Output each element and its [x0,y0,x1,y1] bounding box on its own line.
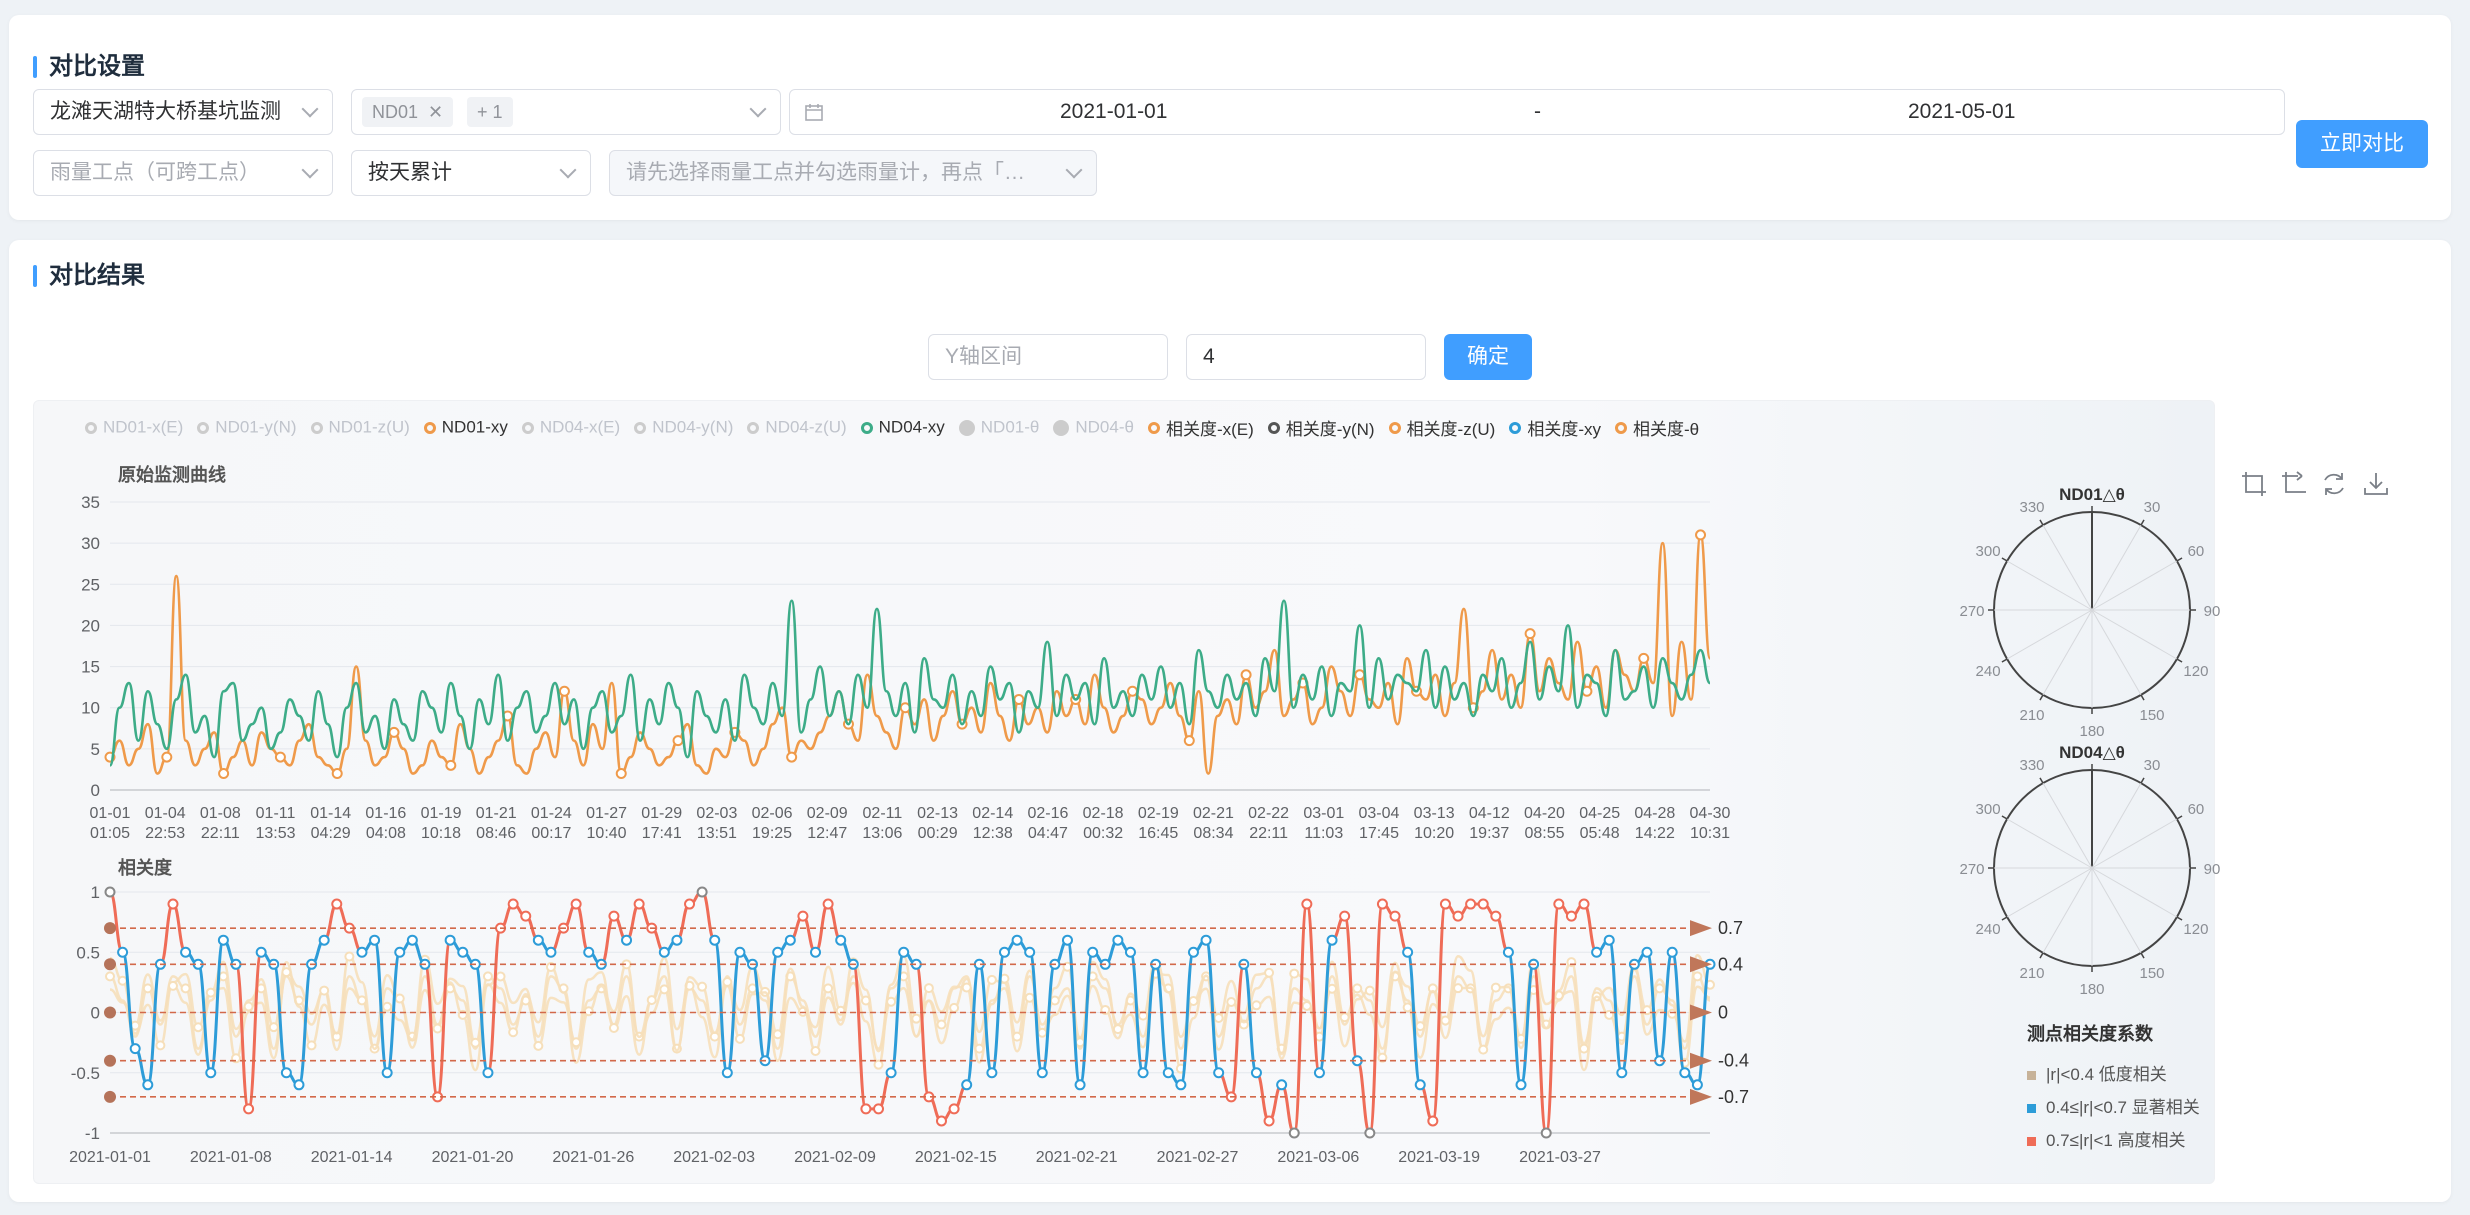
low-swatch [2027,1071,2036,1081]
legend-item[interactable]: ND01-θ [958,417,1040,438]
y-range-input[interactable]: Y轴区间 [928,334,1168,380]
chevron-down-icon [301,161,319,179]
corr-legend-label: |r|<0.4 低度相关 [2046,1065,2167,1084]
legend-ring-icon [1509,421,1522,434]
corr-legend-item-high: 0.7≤|r|<1 高度相关 [2027,1126,2200,1151]
correlation-legend-title: 测点相关度系数 [2027,1024,2153,1044]
accumulation-value: 按天累计 [368,161,452,184]
refresh-icon[interactable] [2320,470,2348,498]
settings-card: 对比设置 龙滩天湖特大桥基坑监测 ND01 ✕ + 1 2021-01-01 - … [9,15,2451,220]
legend-item[interactable]: ND01-y(N) [197,417,297,438]
chevron-down-icon [301,100,319,118]
zoom-select-icon[interactable] [2240,470,2268,498]
legend-item[interactable]: ND01-xy [423,417,508,438]
rain-gauge-placeholder: 请先选择雨量工点并勾选雨量计，再点「… [626,161,1025,184]
compare-button[interactable]: 立即对比 [2296,120,2428,168]
results-title: 对比结果 [33,262,145,290]
legend-label: ND04-xy [878,417,945,437]
legend-label: 相关度-z(U) [1406,420,1496,439]
mid-swatch [2027,1104,2036,1114]
point-tag-label: ND01 [372,102,419,123]
chevron-down-icon [1065,161,1083,179]
legend-item[interactable]: ND01-z(U) [310,417,410,438]
accumulation-select[interactable]: 按天累计 [351,150,591,196]
point-more-tag: + 1 [466,97,513,128]
legend-item[interactable]: ND04-z(U) [747,417,847,438]
legend-ring-icon [1615,421,1627,434]
point-multiselect[interactable]: ND01 ✕ + 1 [351,89,781,135]
close-icon[interactable]: ✕ [428,102,443,122]
legend-ring-icon [85,421,97,434]
legend-item[interactable]: 相关度-xy [1509,415,1601,440]
legend-item[interactable]: ND04-xy [860,417,945,438]
corr-legend-item-mid: 0.4≤|r|<0.7 显著相关 [2027,1093,2200,1118]
legend-label: 相关度-x(E) [1165,420,1254,439]
legend-dot-icon [1053,419,1070,436]
point-tag: ND01 ✕ [362,97,454,128]
project-select[interactable]: 龙滩天湖特大桥基坑监测 [33,89,333,135]
legend-item[interactable]: ND04-x(E) [521,417,621,438]
legend-ring-icon [747,421,760,434]
legend-label: 相关度-y(N) [1285,420,1375,439]
legend-label: 相关度-xy [1527,420,1601,439]
corr-legend-item-low: |r|<0.4 低度相关 [2027,1060,2200,1085]
legend-label: ND01-y(N) [215,417,297,437]
legend-ring-icon [1147,421,1160,434]
download-icon[interactable] [2362,470,2390,498]
date-separator: - [1534,100,1541,123]
corr-legend-label: 0.7≤|r|<1 高度相关 [2046,1131,2186,1150]
rain-site-placeholder: 雨量工点（可跨工点） [50,161,260,184]
legend-label: ND01-xy [441,417,508,437]
chevron-down-icon [559,161,577,179]
legend-label: ND01-x(E) [103,417,184,437]
calendar-icon [805,104,823,121]
rain-site-select[interactable]: 雨量工点（可跨工点） [33,150,333,196]
confirm-button[interactable]: 确定 [1444,334,1532,380]
corr-legend-label: 0.4≤|r|<0.7 显著相关 [2046,1098,2200,1117]
zoom-reset-icon[interactable] [2280,470,2308,498]
legend-label: ND01-z(U) [328,417,410,437]
legend-dot-icon [958,419,975,436]
chart-legend: ND01-x(E) ND01-y(N) ND01-z(U) ND01-xy ND04-x… [85,415,1713,440]
legend-ring-icon [1388,421,1401,434]
high-swatch [2027,1137,2036,1147]
legend-item[interactable]: ND04-θ [1053,417,1134,438]
date-start[interactable]: 2021-01-01 [1060,90,1167,134]
legend-ring-icon [197,421,210,434]
legend-ring-icon [1267,421,1280,434]
legend-item[interactable]: 相关度-x(E) [1147,415,1254,440]
legend-ring-icon [860,421,873,434]
legend-label: ND04-z(U) [765,417,847,437]
legend-item[interactable]: ND04-y(N) [634,417,733,438]
y-range-value-input[interactable]: 4 [1186,334,1426,380]
legend-item[interactable]: 相关度-z(U) [1388,415,1496,440]
correlation-legend: 测点相关度系数 |r|<0.4 低度相关 0.4≤|r|<0.7 显著相关 0.… [2027,1020,2200,1159]
project-select-value: 龙滩天湖特大桥基坑监测 [50,100,281,123]
legend-ring-icon [310,421,323,434]
legend-ring-icon [423,421,436,434]
chevron-down-icon [749,100,767,118]
date-range-picker[interactable]: 2021-01-01 - 2021-05-01 [789,89,2285,135]
legend-label: ND04-θ [1075,417,1134,437]
settings-title: 对比设置 [33,53,145,81]
chart-panel [33,400,2215,1184]
legend-label: ND04-x(E) [539,417,621,437]
legend-label: ND04-y(N) [652,417,734,437]
legend-ring-icon [634,421,647,434]
rain-gauge-select[interactable]: 请先选择雨量工点并勾选雨量计，再点「… [609,150,1097,196]
legend-item[interactable]: 相关度-θ [1615,415,1699,440]
legend-label: 相关度-θ [1633,420,1700,439]
legend-item[interactable]: 相关度-y(N) [1267,415,1375,440]
legend-ring-icon [521,421,534,434]
date-end[interactable]: 2021-05-01 [1908,90,2015,134]
legend-item[interactable]: ND01-x(E) [85,417,183,438]
legend-label: ND01-θ [980,417,1040,437]
